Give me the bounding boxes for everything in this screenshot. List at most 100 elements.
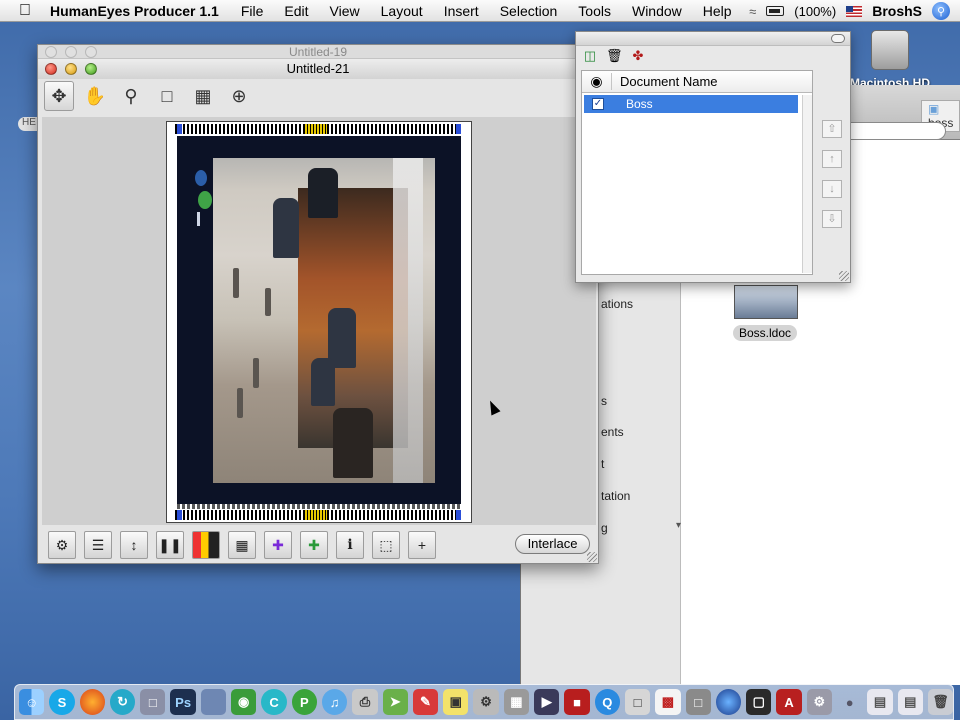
finder-dock-icon[interactable]: ☺ [19,689,45,715]
acrobat-dock-icon[interactable]: A [776,689,802,715]
move-to-bottom-icon[interactable]: ⇩ [822,210,842,228]
settings-gear-icon[interactable]: ⚙ [48,531,76,559]
close-icon[interactable] [45,63,57,75]
imovie-dock-icon[interactable]: ▶ [534,689,560,715]
back-window-title[interactable]: Untitled-19 [38,45,598,59]
stickies-dock-icon[interactable]: ▣ [443,689,469,715]
spotlight-icon[interactable]: ⚲ [932,2,950,20]
vertical-lines-icon[interactable]: ☰ [84,531,112,559]
crop-frame-icon[interactable]: ⬚ [372,531,400,559]
canvas-area[interactable] [42,117,596,525]
boss-document-label[interactable]: Boss.ldoc [733,325,798,341]
utility-dock-icon[interactable]: ⚙ [473,689,499,715]
move-to-top-icon[interactable]: ⇧ [822,120,842,138]
boss-document-thumbnail[interactable] [734,285,798,319]
palette-collapse-icon[interactable] [831,34,845,43]
columns-icon[interactable]: ❚❚ [156,531,184,559]
network-dock-icon[interactable]: ◉ [231,689,257,715]
user-name[interactable]: BroshS [872,3,922,19]
menu-file[interactable]: File [241,3,264,19]
system-prefs-dock-icon[interactable]: ⚙ [806,689,833,715]
visibility-eye-icon[interactable]: ◉ [582,73,612,90]
mail-dock-icon[interactable]: ➤ [382,689,408,715]
quicktime-dock-icon[interactable]: Q [594,689,620,715]
sidebar-fragment-5[interactable]: tation [601,489,630,503]
layer-row[interactable]: ✓ Boss [584,95,798,113]
add-layer-icon[interactable]: ✚ [264,531,292,559]
sidebar-fragment-2[interactable]: s [601,394,607,408]
marquee-tool-icon[interactable]: □ [152,81,182,111]
back-zoom-icon[interactable] [85,46,97,58]
film-dock-icon[interactable]: ▢ [746,689,772,715]
calculator-dock-icon[interactable]: ▦ [503,689,530,715]
sidebar-fragment-3[interactable]: ents [601,425,624,439]
red-app-dock-icon[interactable]: ■ [564,689,590,715]
circle-app-dock-icon[interactable]: C [261,689,287,715]
wifi-icon[interactable]: ≈ [749,4,756,19]
green-app-dock-icon[interactable]: P [291,689,317,715]
printer-dock-icon[interactable]: ⎙ [352,689,378,715]
menu-help[interactable]: Help [703,3,732,19]
sync-dock-icon[interactable]: ↻ [109,689,136,715]
grid-swatch-icon[interactable]: ▦ [228,531,256,559]
target-tool-icon[interactable]: ⊕ [224,81,254,111]
zoom-icon[interactable] [85,63,97,75]
menu-tools[interactable]: Tools [578,3,611,19]
move-tool-icon[interactable]: ✥ [44,81,74,111]
input-flag-icon[interactable] [846,5,863,17]
minimize-icon[interactable] [65,63,77,75]
menu-layout[interactable]: Layout [381,3,423,19]
palette-titlebar[interactable] [576,32,850,46]
zoom-tool-icon[interactable]: ⚲ [116,81,146,111]
color-bars-icon[interactable] [192,531,220,559]
photoshop-dock-icon[interactable]: Ps [170,689,196,715]
column-header[interactable]: Document Name [612,74,718,89]
desktop-hd-icon[interactable]: Macintosh HD [850,30,930,90]
resize-grip[interactable] [587,552,597,562]
apple-menu-icon[interactable]:  [14,2,36,20]
back-minimize-icon[interactable] [65,46,77,58]
layer-properties-icon[interactable]: ✤ [630,48,646,64]
firefox-dock-icon[interactable] [79,689,105,715]
earth-dock-icon[interactable] [715,689,742,715]
menu-edit[interactable]: Edit [284,3,308,19]
menu-view[interactable]: View [330,3,360,19]
skype-dock-icon[interactable]: S [49,689,75,715]
app-menu[interactable]: HumanEyes Producer 1.1 [50,3,219,19]
palette-resize-grip[interactable] [839,271,849,281]
illustration-dock-icon[interactable] [200,689,227,715]
window-title[interactable]: Untitled-21 [38,59,598,79]
pen-dock-icon[interactable]: ✎ [412,689,439,715]
move-up-icon[interactable]: ↑ [822,150,842,168]
downloads-dock-icon[interactable]: ▤ [897,689,923,715]
line-spacing-icon[interactable]: ↕ [120,531,148,559]
hand-tool-icon[interactable]: ✋ [80,81,110,111]
trash-icon[interactable]: 🗑 [606,48,623,64]
menu-insert[interactable]: Insert [444,3,479,19]
itunes-dock-icon[interactable]: ♫ [321,689,348,715]
grid-tool-icon[interactable]: ▦ [188,81,218,111]
terminal-dock-icon[interactable]: □ [685,689,711,715]
menu-window[interactable]: Window [632,3,682,19]
layer-list-scrollbar[interactable] [802,95,812,273]
lenticular-image[interactable] [213,158,435,483]
back-close-icon[interactable] [45,46,57,58]
crosshair-icon[interactable]: + [408,531,436,559]
menu-selection[interactable]: Selection [500,3,558,19]
preview-dock-icon[interactable]: □ [624,689,651,715]
documents-dock-icon[interactable]: ▤ [867,689,893,715]
sidebar-fragment-6[interactable]: g [601,521,608,535]
ical-dock-icon[interactable]: ▩ [655,689,681,715]
sidebar-fragment-4[interactable]: t [601,457,604,471]
interlace-button[interactable]: Interlace [515,534,590,554]
sidebar-fragment-1[interactable]: ations [601,297,633,311]
move-down-icon[interactable]: ↓ [822,180,842,198]
layer-visibility-checkbox[interactable]: ✓ [592,98,604,110]
new-layer-icon[interactable]: ◫ [582,48,598,64]
battery-icon[interactable] [766,6,785,16]
trash-dock-icon[interactable]: 🗑 [927,689,954,715]
app-2-dock-icon[interactable]: ● [837,689,862,715]
info-icon[interactable]: i [336,531,364,559]
app-dock-icon[interactable]: □ [140,689,166,715]
add-layer-alt-icon[interactable]: ✚ [300,531,328,559]
